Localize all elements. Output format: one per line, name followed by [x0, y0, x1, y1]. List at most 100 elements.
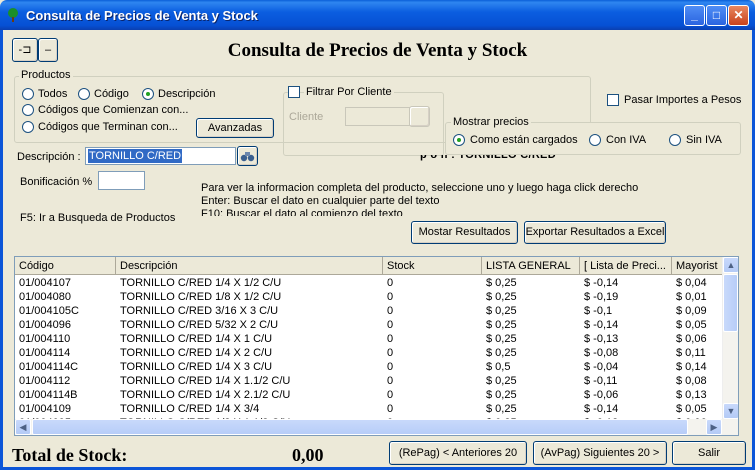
descripcion-input[interactable]: TORNILLO C/RED: [85, 147, 236, 165]
table-cell: 0: [387, 333, 394, 345]
table-cell: $ -0,08: [584, 347, 619, 359]
filtrar-cliente-checkbox[interactable]: [288, 86, 300, 98]
table-cell: $ 0,25: [486, 375, 517, 387]
table-cell: $ 0,5: [486, 361, 511, 373]
maximize-button[interactable]: □: [706, 5, 727, 26]
mostrar-precios-legend: Mostrar precios: [451, 116, 531, 128]
table-row[interactable]: 01/004080 TORNILLO C/RED 1/8 X 1/2 C/U 0 $ …: [15, 290, 724, 304]
table-row[interactable]: 01/004114C TORNILLO C/RED 1/4 X 3 C/U 0 $ 0…: [15, 360, 724, 374]
mostrar-resultados-button[interactable]: Mostar Resultados: [411, 221, 518, 244]
radio-como-cargados-label: Como están cargados: [470, 134, 578, 146]
table-cell: 0: [387, 305, 394, 317]
radio-todos-label: Todos: [38, 88, 68, 100]
table-cell: $ -0,04: [584, 361, 619, 373]
minimize-button[interactable]: _: [684, 5, 705, 26]
scroll-up-icon[interactable]: ▲: [723, 257, 738, 273]
bonificacion-label: Bonificación %: [20, 176, 93, 188]
table-row[interactable]: 01/004110 TORNILLO C/RED 1/4 X 1 C/U 0 $ 0,…: [15, 332, 724, 346]
column-header[interactable]: [ Lista de Preci...: [580, 257, 672, 275]
bonificacion-input[interactable]: [98, 171, 145, 190]
cliente-input[interactable]: [345, 107, 410, 126]
table-row[interactable]: 01/004114B TORNILLO C/RED 1/4 X 2.1/2 C/U…: [15, 388, 724, 402]
window-title: Consulta de Precios de Venta y Stock: [26, 8, 258, 23]
table-cell: $ 0,25: [486, 333, 517, 345]
table-cell: TORNILLO C/RED 1/4 X 2.1/2 C/U: [120, 389, 291, 401]
radio-codigo-label: Código: [94, 88, 129, 100]
column-header[interactable]: Stock: [383, 257, 482, 275]
radio-sin-iva[interactable]: [669, 134, 681, 146]
table-cell: TORNILLO C/RED 1/4 X 3 C/U: [120, 361, 273, 373]
table-cell: $ -0,19: [584, 291, 619, 303]
table-cell: 01/004107: [19, 277, 71, 289]
scroll-left-icon[interactable]: ◀: [15, 419, 31, 435]
f5-hint: F5: Ir a Busqueda de Productos: [20, 212, 176, 224]
table-cell: 01/004114C: [19, 361, 79, 373]
table-cell: 01/004105C: [19, 305, 79, 317]
scroll-right-icon[interactable]: ▶: [706, 419, 722, 435]
column-header[interactable]: LISTA GENERAL: [482, 257, 580, 275]
table-row[interactable]: 01/004105C TORNILLO C/RED 3/16 X 3 C/U 0 $ …: [15, 304, 724, 318]
table-cell: $ -0,11: [584, 375, 618, 387]
radio-descripcion-label: Descripción: [158, 88, 216, 100]
radio-terminan-label: Códigos que Terminan con...: [38, 121, 178, 133]
table-cell: $ 0,25: [486, 403, 517, 415]
column-header[interactable]: Descripción: [116, 257, 383, 275]
table-row[interactable]: 01/004114 TORNILLO C/RED 1/4 X 2 C/U 0 $ 0,…: [15, 346, 724, 360]
radio-descripcion[interactable]: [142, 88, 154, 100]
table-cell: $ 0,25: [486, 347, 517, 359]
exportar-excel-button[interactable]: Exportar Resultados a Excel: [524, 221, 666, 244]
close-button[interactable]: ✕: [728, 5, 749, 26]
table-cell: $ -0,1: [584, 305, 613, 317]
table-row[interactable]: 01/004107 TORNILLO C/RED 1/4 X 1/2 C/U 0 $ …: [15, 276, 724, 290]
table-cell: $ 0,25: [486, 305, 517, 317]
table-cell: 0: [387, 319, 394, 331]
descripcion-label: Descripción :: [17, 151, 81, 163]
radio-con-iva-label: Con IVA: [606, 134, 647, 146]
table-cell: 0: [387, 347, 394, 359]
pasar-importes-label: Pasar Importes a Pesos: [624, 94, 742, 106]
radio-codigo[interactable]: [78, 88, 90, 100]
binoculars-icon: [240, 152, 255, 162]
search-button[interactable]: [237, 146, 258, 166]
table-cell: TORNILLO C/RED 1/4 X 1/2 C/U: [120, 277, 282, 289]
radio-todos[interactable]: [22, 88, 34, 100]
horizontal-scrollbar[interactable]: ◀ ▶: [15, 419, 738, 435]
radio-como-cargados[interactable]: [453, 134, 465, 146]
table-cell: 01/004109: [19, 403, 71, 415]
table-cell: 01/004112: [19, 375, 71, 387]
table-row[interactable]: 01/004096 TORNILLO C/RED 5/32 X 2 C/U 0 $ 0…: [15, 318, 724, 332]
cliente-search-button[interactable]: [409, 106, 430, 127]
help-line-2: Enter: Buscar el dato en cualquier parte…: [201, 195, 440, 207]
total-stock-value: 0,00: [292, 445, 324, 465]
table-cell: $ -0,14: [584, 403, 619, 415]
total-stock-label: Total de Stock:: [12, 445, 128, 465]
vertical-scrollbar[interactable]: ▲ ▼: [722, 257, 738, 420]
table-cell: 0: [387, 277, 394, 289]
table-cell: $ -0,06: [584, 389, 619, 401]
tree-icon: [8, 8, 18, 22]
scroll-down-icon[interactable]: ▼: [723, 403, 738, 419]
scroll-thumb[interactable]: [723, 274, 738, 332]
table-cell: 01/004080: [19, 291, 71, 303]
pasar-importes-checkbox[interactable]: [607, 94, 619, 106]
column-header[interactable]: Código: [15, 257, 116, 275]
title-bar[interactable]: Consulta de Precios de Venta y Stock _ □…: [0, 0, 755, 30]
radio-sin-iva-label: Sin IVA: [686, 134, 722, 146]
hscroll-thumb[interactable]: [32, 419, 688, 435]
anteriores-button[interactable]: (RePag) < Anteriores 20: [389, 441, 527, 465]
radio-con-iva[interactable]: [589, 134, 601, 146]
table-cell: TORNILLO C/RED 1/8 X 1/2 C/U: [120, 291, 282, 303]
salir-button[interactable]: Salir: [672, 441, 746, 465]
table-cell: TORNILLO C/RED 5/32 X 2 C/U: [120, 319, 279, 331]
table-cell: 01/004114B: [19, 389, 78, 401]
table-row[interactable]: 01/004112 TORNILLO C/RED 1/4 X 1.1/2 C/U 0…: [15, 374, 724, 388]
results-table[interactable]: Código Descripción Stock LISTA GENERAL[ Lis…: [14, 256, 739, 436]
radio-terminan[interactable]: [22, 121, 34, 133]
siguientes-button[interactable]: (AvPag) Siguientes 20 >: [533, 441, 667, 465]
avanzadas-button[interactable]: Avanzadas: [196, 118, 274, 138]
table-cell: TORNILLO C/RED 3/16 X 3 C/U: [120, 305, 279, 317]
radio-comienzan[interactable]: [22, 104, 34, 116]
table-row[interactable]: 01/004109 TORNILLO C/RED 1/4 X 3/4 0 $ 0,25…: [15, 402, 724, 416]
productos-legend: Productos: [19, 69, 73, 81]
page-title: Consulta de Precios de Venta y Stock: [227, 40, 528, 61]
